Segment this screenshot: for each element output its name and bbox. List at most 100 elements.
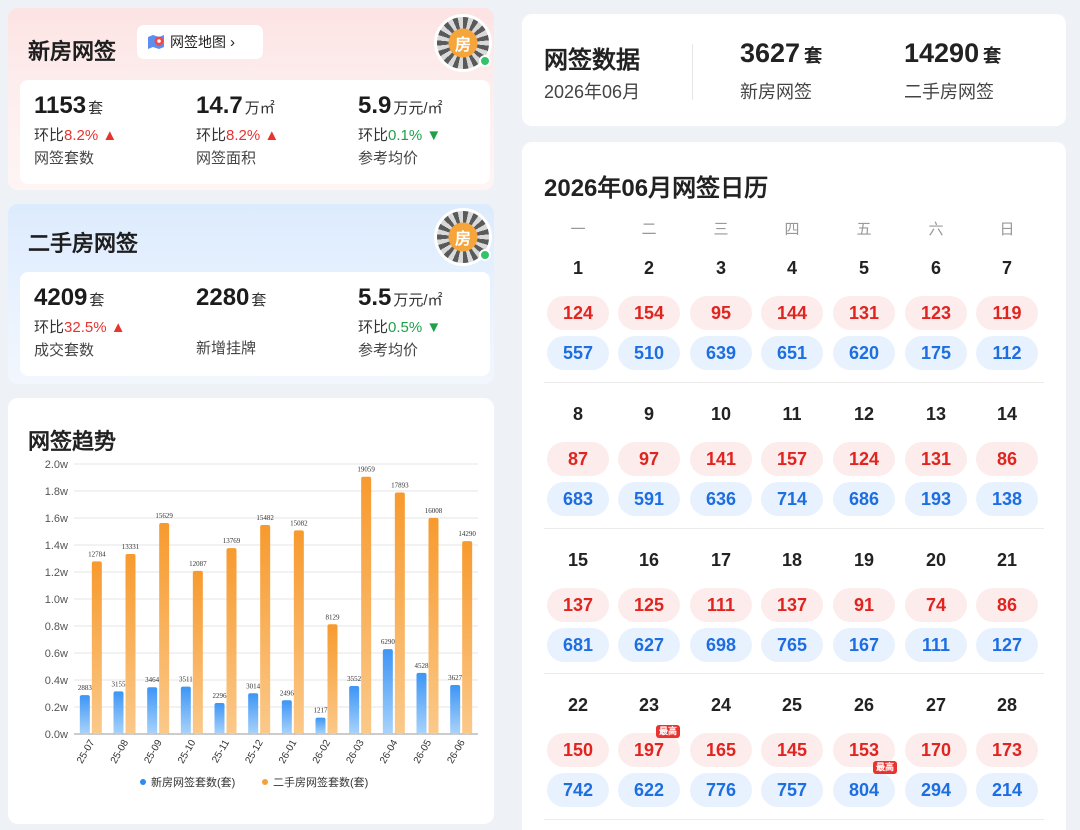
weekday-label: 六 bbox=[928, 221, 944, 238]
day-number: 12 bbox=[853, 404, 875, 424]
summary-new-label: 新房网签 bbox=[740, 82, 812, 102]
calendar-day[interactable]: 13 131 193 bbox=[905, 404, 967, 516]
qr-code-icon[interactable]: 房 bbox=[434, 14, 492, 72]
second-count-pill: 714 bbox=[761, 482, 823, 516]
calendar-day[interactable]: 5 131 620 bbox=[833, 258, 895, 370]
x-tick-label: 26-05 bbox=[412, 738, 435, 766]
calendar-day[interactable]: 1 124 557 bbox=[547, 258, 609, 370]
calendar-day[interactable]: 6 123 175 bbox=[905, 258, 967, 370]
calendar-day[interactable]: 2 154 510 bbox=[618, 258, 680, 370]
second-bar bbox=[226, 548, 237, 734]
calendar-day[interactable]: 9 97 591 bbox=[618, 404, 680, 516]
calendar-day[interactable]: 12 124 686 bbox=[833, 404, 895, 516]
map-button[interactable]: 网签地图 › bbox=[137, 25, 263, 59]
qr-code-icon[interactable]: 房 bbox=[434, 208, 492, 266]
data-label: 1217 bbox=[314, 707, 329, 715]
weekday-label: 三 bbox=[713, 221, 729, 238]
x-tick-label: 26-03 bbox=[344, 738, 367, 766]
new-count-pill: 170 bbox=[905, 733, 967, 767]
day-number: 23 bbox=[638, 695, 660, 715]
calendar-day[interactable]: 20 74 111 bbox=[905, 550, 967, 662]
legend-second-label: 二手房网签套数(套) bbox=[273, 775, 368, 789]
calendar-day[interactable]: 23 197 最高 622 bbox=[618, 695, 680, 807]
data-label: 16008 bbox=[425, 507, 443, 515]
second-count-pill: 138 bbox=[976, 482, 1038, 516]
calendar-card: 2026年06月网签日历 一二三四五六日 1 124 557 2 154 510 3 95 639… bbox=[522, 142, 1066, 830]
second-bar bbox=[91, 561, 102, 734]
y-tick-label: 2.0w bbox=[45, 459, 68, 471]
x-tick-label: 25-07 bbox=[75, 738, 98, 766]
summary-month: 2026年06月 bbox=[544, 82, 641, 102]
calendar-day[interactable]: 10 141 636 bbox=[690, 404, 752, 516]
calendar-day[interactable]: 25 145 757 bbox=[761, 695, 823, 807]
calendar-day[interactable]: 7 119 112 bbox=[976, 258, 1038, 370]
calendar-day[interactable]: 26 153 804 最高 bbox=[833, 695, 897, 807]
second-bar bbox=[428, 517, 439, 734]
stat-second-count: 4209 套 环比32.5% ▲ 成交套数 bbox=[34, 284, 126, 359]
calendar-title: 2026年06月网签日历 bbox=[544, 175, 769, 202]
second-house-title: 二手房网签 bbox=[28, 231, 139, 256]
summary-second-value: 14290 套 bbox=[904, 38, 1002, 68]
divider bbox=[692, 44, 693, 100]
calendar-day[interactable]: 17 111 698 bbox=[690, 550, 752, 662]
new-count-pill: 95 bbox=[690, 296, 752, 330]
day-number: 27 bbox=[925, 695, 947, 715]
summary-title: 网签数据 bbox=[544, 47, 640, 74]
second-count-pill: 742 bbox=[547, 773, 609, 807]
second-count-pill: 112 bbox=[976, 336, 1038, 370]
data-label: 2883 bbox=[78, 684, 93, 692]
calendar-day[interactable]: 21 86 127 bbox=[976, 550, 1038, 662]
calendar-day[interactable]: 4 144 651 bbox=[761, 258, 823, 370]
new-count-pill: 87 bbox=[547, 442, 609, 476]
y-tick-label: 1.0w bbox=[45, 594, 68, 606]
calendar-day[interactable]: 18 137 765 bbox=[761, 550, 823, 662]
calendar-day[interactable]: 11 157 714 bbox=[761, 404, 823, 516]
calendar-day[interactable]: 14 86 138 bbox=[976, 404, 1038, 516]
legend-new-marker bbox=[140, 779, 146, 785]
new-count-pill: 124 bbox=[547, 296, 609, 330]
calendar-day[interactable]: 3 95 639 bbox=[690, 258, 752, 370]
second-bar bbox=[293, 530, 304, 734]
legend-new-label: 新房网签套数(套) bbox=[151, 775, 235, 789]
new-bar bbox=[180, 686, 191, 734]
map-pin-icon bbox=[148, 35, 164, 49]
second-bar bbox=[159, 523, 170, 734]
new-count-pill: 154 bbox=[618, 296, 680, 330]
second-count-pill: 804 最高 bbox=[833, 761, 897, 807]
calendar-day[interactable]: 16 125 627 bbox=[618, 550, 680, 662]
calendar-day[interactable]: 24 165 776 bbox=[690, 695, 752, 807]
y-tick-label: 0.4w bbox=[45, 675, 68, 687]
second-count-pill: 698 bbox=[690, 628, 752, 662]
calendar-day[interactable]: 27 170 294 bbox=[905, 695, 967, 807]
data-label: 19059 bbox=[357, 466, 375, 474]
calendar-day[interactable]: 19 91 167 bbox=[833, 550, 895, 662]
calendar-day[interactable]: 15 137 681 bbox=[547, 550, 609, 662]
data-label: 3627 bbox=[448, 674, 463, 682]
legend-second-marker bbox=[262, 779, 268, 785]
day-number: 28 bbox=[996, 695, 1018, 715]
new-count-pill: 124 bbox=[833, 442, 895, 476]
day-number: 19 bbox=[853, 550, 875, 570]
day-number: 24 bbox=[710, 695, 732, 715]
new-count-pill: 131 bbox=[905, 442, 967, 476]
y-tick-label: 1.2w bbox=[45, 567, 68, 579]
second-count-pill: 294 bbox=[905, 773, 967, 807]
second-count-pill: 214 bbox=[976, 773, 1038, 807]
calendar-day[interactable]: 8 87 683 bbox=[547, 404, 609, 516]
data-label: 15629 bbox=[155, 512, 173, 520]
second-count-pill: 681 bbox=[547, 628, 609, 662]
new-count-pill: 131 bbox=[833, 296, 895, 330]
week-separator bbox=[544, 528, 1044, 529]
new-count-pill: 137 bbox=[547, 588, 609, 622]
data-label: 12087 bbox=[189, 560, 207, 568]
data-label: 13331 bbox=[122, 543, 140, 551]
weekday-label: 一 bbox=[570, 221, 586, 238]
new-house-stats: 1153 套 环比8.2% ▲ 网签套数 14.7 万㎡ 环比8.2% ▲ 网签面积… bbox=[20, 80, 490, 184]
day-number: 9 bbox=[643, 404, 654, 424]
second-house-stats: 4209 套 环比32.5% ▲ 成交套数 2280 套 新增挂牌 5.5 万元/㎡ … bbox=[20, 272, 490, 376]
second-count-pill: 510 bbox=[618, 336, 680, 370]
second-count-pill: 651 bbox=[761, 336, 823, 370]
calendar-day[interactable]: 22 150 742 bbox=[547, 695, 609, 807]
data-label: 2296 bbox=[213, 692, 228, 700]
calendar-day[interactable]: 28 173 214 bbox=[976, 695, 1038, 807]
